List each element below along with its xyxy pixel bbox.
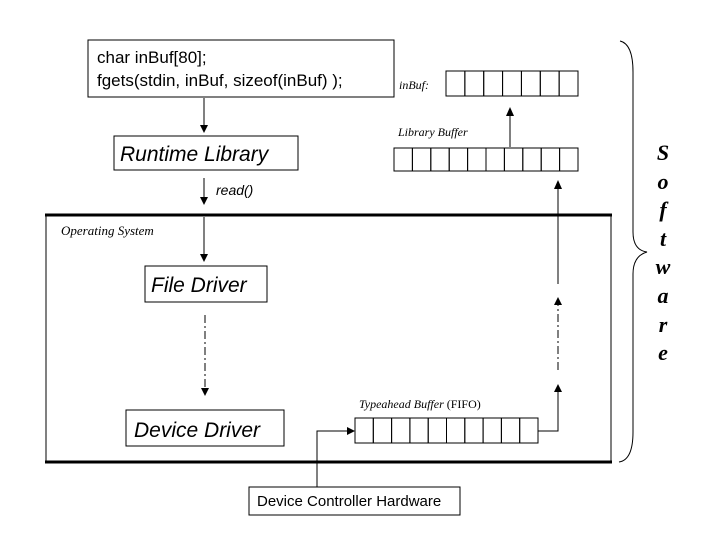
inbuf-cell	[483, 70, 504, 97]
inbuf-cell	[539, 70, 560, 97]
software-letter: f	[659, 197, 669, 222]
library-buffer-cell	[393, 147, 413, 172]
arrowhead-code-to-runtime	[200, 125, 208, 133]
inbuf-cell	[558, 70, 579, 97]
inbuf-cell	[502, 70, 522, 97]
typeahead-cell	[482, 417, 502, 444]
file-driver-label: File Driver	[151, 274, 248, 297]
arrowhead-hardware-to-typeahead	[347, 427, 355, 435]
software-letter: r	[659, 312, 668, 337]
arrowhead-typeahead-up	[554, 384, 562, 392]
connector-hardware-to-typeahead	[316, 430, 348, 487]
software-letter: o	[658, 169, 669, 194]
file-driver-box: File Driver	[144, 265, 268, 303]
inbuf-label: inBuf:	[399, 78, 429, 92]
inbuf-cell	[464, 70, 485, 97]
code-line-1: char inBuf[80];	[97, 48, 207, 67]
arrowhead-library-to-inbuf	[506, 107, 514, 116]
typeahead-cell	[409, 417, 429, 444]
software-label: Software	[656, 140, 671, 365]
library-buffer-cell	[503, 147, 524, 172]
inbuf-buffer	[445, 70, 579, 97]
hardware-label: Device Controller Hardware	[257, 493, 441, 510]
typeahead-cell	[391, 417, 411, 444]
typeahead-label-suffix: (FIFO)	[444, 397, 481, 411]
typeahead-cell	[354, 417, 374, 444]
operating-system-region	[45, 213, 612, 464]
device-driver-label: Device Driver	[134, 419, 261, 442]
library-buffer-cell	[430, 147, 450, 172]
software-letter: a	[658, 283, 669, 308]
connector-typeahead-up	[538, 392, 559, 432]
device-driver-box: Device Driver	[125, 409, 285, 447]
software-letter: t	[660, 226, 667, 251]
typeahead-label-italic: Typeahead Buffer	[359, 397, 444, 411]
read-call-label: read()	[216, 182, 253, 198]
runtime-library-label: Runtime Library	[120, 143, 270, 166]
library-buffer	[393, 147, 579, 172]
software-brace	[618, 40, 648, 463]
typeahead-buffer-label: Typeahead Buffer (FIFO)	[359, 397, 481, 411]
software-letter: e	[658, 340, 668, 365]
arrowhead-dashdot-up	[554, 297, 562, 305]
software-letter: w	[656, 254, 671, 279]
arrowhead-runtime-to-os	[200, 197, 208, 205]
library-buffer-cell	[485, 147, 505, 172]
library-buffer-cell	[411, 147, 432, 172]
code-box: char inBuf[80]; fgets(stdin, inBuf, size…	[87, 39, 395, 98]
io-diagram: char inBuf[80]; fgets(stdin, inBuf, size…	[45, 39, 671, 516]
inbuf-cell	[520, 70, 541, 97]
typeahead-cell	[372, 417, 393, 444]
os-label: Operating System	[61, 223, 154, 238]
software-letter: S	[657, 140, 669, 165]
library-buffer-cell	[467, 147, 487, 172]
arrowhead-os-to-library-buffer	[554, 180, 562, 189]
device-controller-hardware-box: Device Controller Hardware	[248, 486, 461, 516]
library-buffer-cell	[448, 147, 469, 172]
typeahead-cell	[500, 417, 521, 444]
library-buffer-cell	[522, 147, 542, 172]
arrowhead-os-to-file-driver	[200, 254, 208, 262]
code-line-2: fgets(stdin, inBuf, sizeof(inBuf) );	[97, 71, 343, 90]
library-buffer-cell	[559, 147, 579, 172]
library-buffer-label: Library Buffer	[397, 125, 468, 139]
typeahead-buffer	[354, 417, 539, 444]
typeahead-cell	[427, 417, 448, 444]
runtime-library-box: Runtime Library	[113, 135, 299, 171]
arrowhead-file-to-device-driver	[201, 388, 209, 396]
typeahead-cell	[464, 417, 484, 444]
library-buffer-cell	[540, 147, 561, 172]
typeahead-cell	[446, 417, 466, 444]
typeahead-cell	[519, 417, 539, 444]
inbuf-cell	[445, 70, 466, 97]
